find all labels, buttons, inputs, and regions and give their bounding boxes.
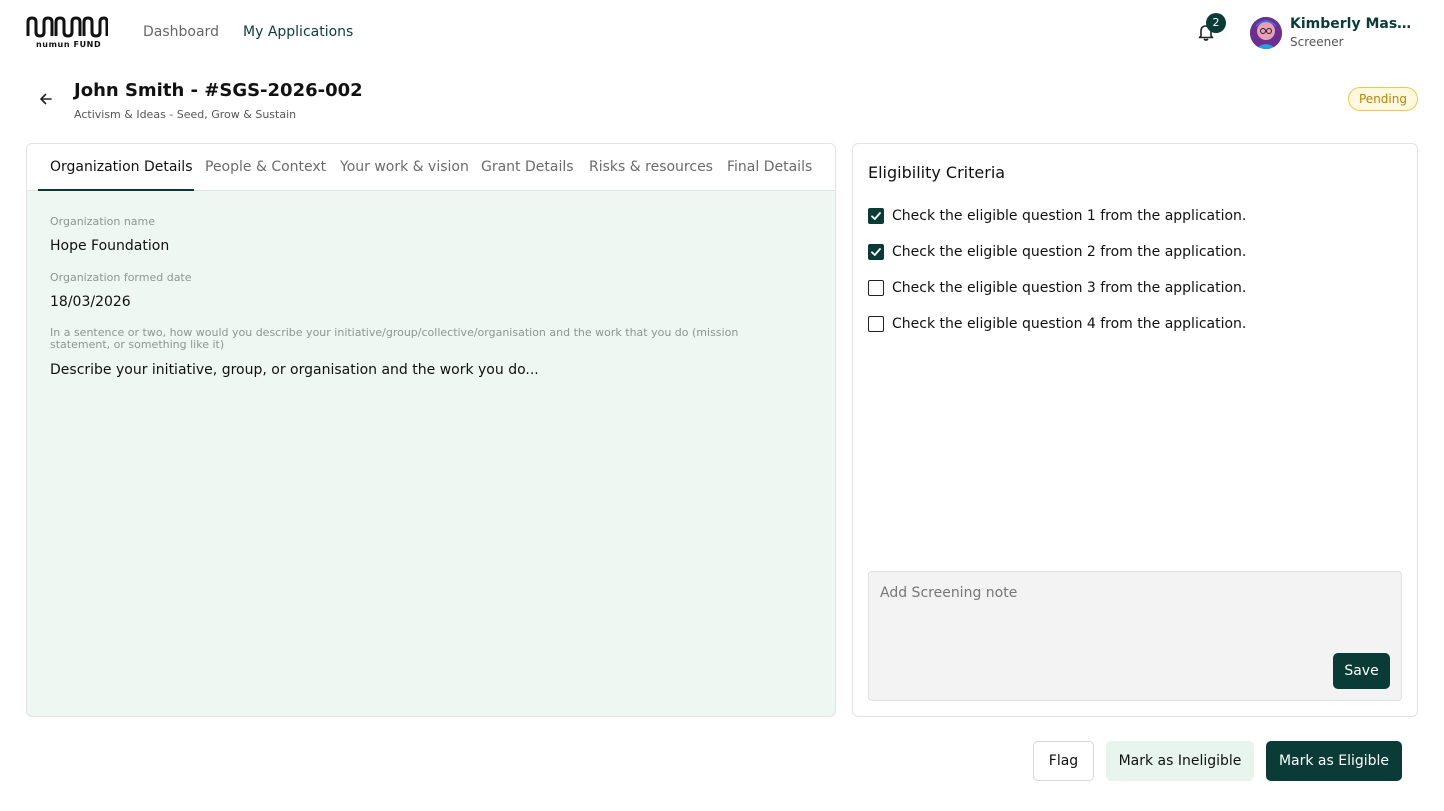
field-label-mission: In a sentence or two, how would you desc…: [50, 326, 739, 351]
eligibility-title: Eligibility Criteria: [868, 163, 1006, 182]
nav-my-applications[interactable]: My Applications: [243, 24, 353, 40]
criterion-label: Check the eligible question 2 from the a…: [892, 244, 1247, 260]
tab-organization-details[interactable]: Organization Details: [50, 159, 193, 175]
field-value-organization-name: Hope Foundation: [50, 238, 170, 254]
screening-note-input[interactable]: [880, 585, 1380, 601]
page-subtitle: Activism & Ideas - Seed, Grow & Sustain: [74, 108, 297, 121]
criterion-1[interactable]: Check the eligible question 1 from the a…: [868, 206, 1246, 226]
checkbox-checked-icon[interactable]: [868, 208, 884, 224]
mark-eligible-button[interactable]: Mark as Eligible: [1266, 741, 1402, 781]
save-note-button[interactable]: Save: [1333, 653, 1390, 689]
field-value-mission: Describe your initiative, group, or orga…: [50, 362, 539, 378]
application-details-panel: Organization Details People & Context Yo…: [26, 143, 836, 717]
checkbox-unchecked-icon[interactable]: [868, 316, 884, 332]
criterion-3[interactable]: Check the eligible question 3 from the a…: [868, 278, 1246, 298]
checkbox-checked-icon[interactable]: [868, 244, 884, 260]
field-value-formed-date: 18/03/2026: [50, 294, 131, 310]
active-tab-indicator: [38, 189, 194, 191]
checkbox-unchecked-icon[interactable]: [868, 280, 884, 296]
nav-dashboard[interactable]: Dashboard: [143, 24, 219, 40]
criterion-4[interactable]: Check the eligible question 4 from the a…: [868, 314, 1246, 334]
user-name[interactable]: Kimberly Mastra...: [1290, 16, 1414, 32]
criterion-2[interactable]: Check the eligible question 2 from the a…: [868, 242, 1246, 262]
top-header: numun FUND Dashboard My Applications 2 K…: [0, 0, 1444, 66]
mark-ineligible-button[interactable]: Mark as Ineligible: [1106, 741, 1254, 781]
numun-fund-logo[interactable]: numun FUND: [26, 16, 108, 50]
notification-count-badge: 2: [1206, 13, 1226, 33]
screening-note-box: Save: [868, 571, 1402, 701]
logo-text: numun FUND: [36, 40, 102, 49]
criterion-label: Check the eligible question 3 from the a…: [892, 280, 1247, 296]
criterion-label: Check the eligible question 4 from the a…: [892, 316, 1247, 332]
logo-mark-icon: [26, 16, 108, 38]
user-avatar[interactable]: [1250, 17, 1282, 49]
tab-people-context[interactable]: People & Context: [205, 159, 326, 175]
details-tabs: Organization Details People & Context Yo…: [27, 144, 835, 191]
tab-grant-details[interactable]: Grant Details: [481, 159, 574, 175]
status-badge: Pending: [1348, 87, 1418, 111]
tab-risks-resources[interactable]: Risks & resources: [589, 159, 713, 175]
eligibility-panel: Eligibility Criteria Check the eligible …: [852, 143, 1418, 717]
field-label-organization-name: Organization name: [50, 215, 156, 228]
tab-final-details[interactable]: Final Details: [727, 159, 812, 175]
user-role: Screener: [1290, 35, 1344, 49]
field-label-formed-date: Organization formed date: [50, 271, 192, 284]
criterion-label: Check the eligible question 1 from the a…: [892, 208, 1247, 224]
back-arrow-icon[interactable]: [36, 89, 56, 109]
tab-work-vision[interactable]: Your work & vision: [340, 159, 469, 175]
flag-button[interactable]: Flag: [1033, 741, 1094, 781]
page-title: John Smith - #SGS-2026-002: [74, 80, 363, 101]
